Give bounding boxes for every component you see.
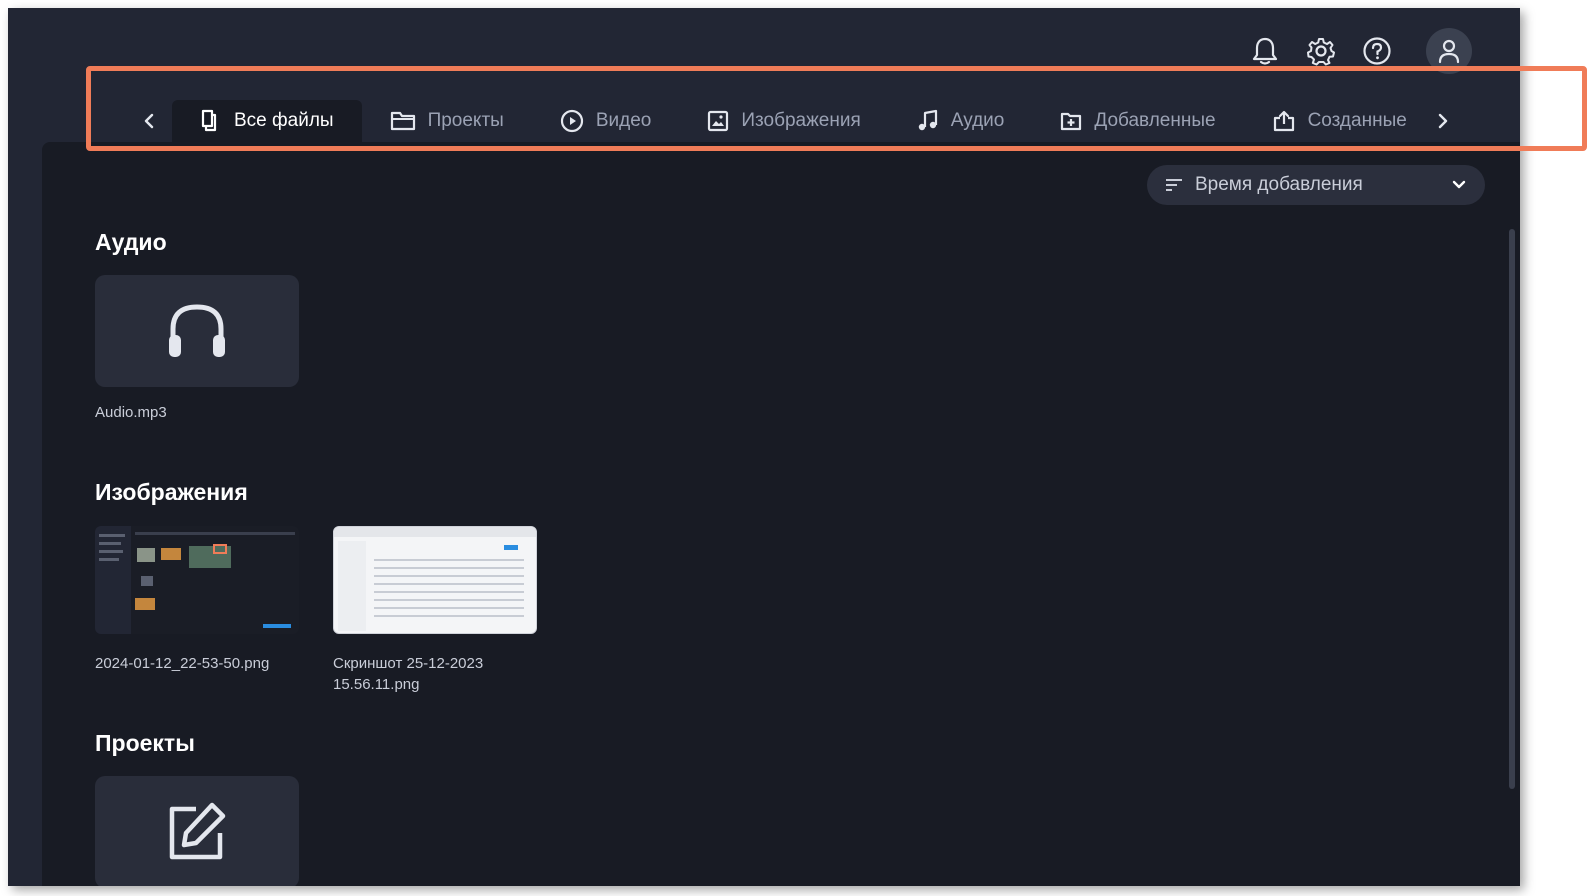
section-title-projects: Проекты [95, 730, 195, 756]
chevron-down-icon [1452, 180, 1466, 189]
sort-icon [1166, 179, 1182, 191]
add-file-icon [1061, 112, 1082, 131]
gear-icon[interactable] [1304, 34, 1338, 68]
tab-label: Все файлы [234, 110, 334, 131]
top-toolbar [1248, 28, 1472, 74]
chevron-right-icon [1438, 113, 1447, 129]
image-thumbnail[interactable] [95, 526, 299, 634]
tab-video[interactable]: Видео [532, 100, 680, 142]
tab-images[interactable]: Изображения [679, 100, 888, 142]
file-name: 2024-01-12_22-53-50.png [95, 655, 270, 672]
tab-label: Изображения [741, 110, 861, 131]
tab-label: Видео [595, 110, 652, 131]
tab-label: Добавленные [1094, 110, 1216, 131]
section-title-images: Изображения [95, 479, 248, 505]
file-name: Скриншот 25-12-2023 15.56.11.png [333, 655, 484, 693]
app-window: Все файлы Проекты Видео Изображения Ауди… [8, 8, 1520, 886]
tab-all-files[interactable]: Все файлы [172, 100, 362, 142]
tab-created[interactable]: Созданные [1244, 100, 1435, 142]
share-icon [1273, 110, 1294, 132]
files-icon [201, 109, 217, 132]
tab-added[interactable]: Добавленные [1032, 100, 1243, 142]
media-tile-audio[interactable] [95, 275, 299, 387]
tab-label: Проекты [427, 110, 504, 131]
tab-label: Аудио [950, 110, 1005, 131]
help-icon[interactable] [1360, 34, 1394, 68]
music-note-icon [918, 109, 937, 131]
tab-audio[interactable]: Аудио [889, 100, 1033, 142]
vertical-scrollbar[interactable] [1509, 229, 1515, 789]
chevron-left-icon [144, 113, 154, 129]
headphones-icon [169, 304, 225, 357]
tab-label: Созданные [1307, 110, 1407, 131]
tabs-scroll-left-button[interactable] [126, 100, 172, 142]
file-name: Audio.mp3 [95, 404, 167, 421]
sort-dropdown[interactable]: Время добавления [1147, 165, 1485, 205]
image-icon [708, 110, 729, 132]
media-tile-project[interactable] [95, 776, 299, 886]
bell-icon[interactable] [1248, 34, 1282, 68]
tabs-scroll-right-button[interactable] [1431, 100, 1455, 142]
media-library-panel: Время добавления Аудио Audio.mp3 Изображ… [42, 142, 1520, 886]
folder-icon [390, 111, 415, 131]
edit-icon [169, 802, 226, 860]
user-icon [1438, 39, 1460, 64]
user-avatar[interactable] [1426, 28, 1472, 74]
play-circle-icon [560, 109, 583, 133]
image-thumbnail[interactable] [333, 526, 537, 634]
sort-label: Время добавления [1195, 174, 1363, 195]
section-title-audio: Аудио [95, 229, 167, 255]
file-type-tabs: Все файлы Проекты Видео Изображения Ауди… [126, 100, 1455, 142]
tab-projects[interactable]: Проекты [362, 100, 532, 142]
